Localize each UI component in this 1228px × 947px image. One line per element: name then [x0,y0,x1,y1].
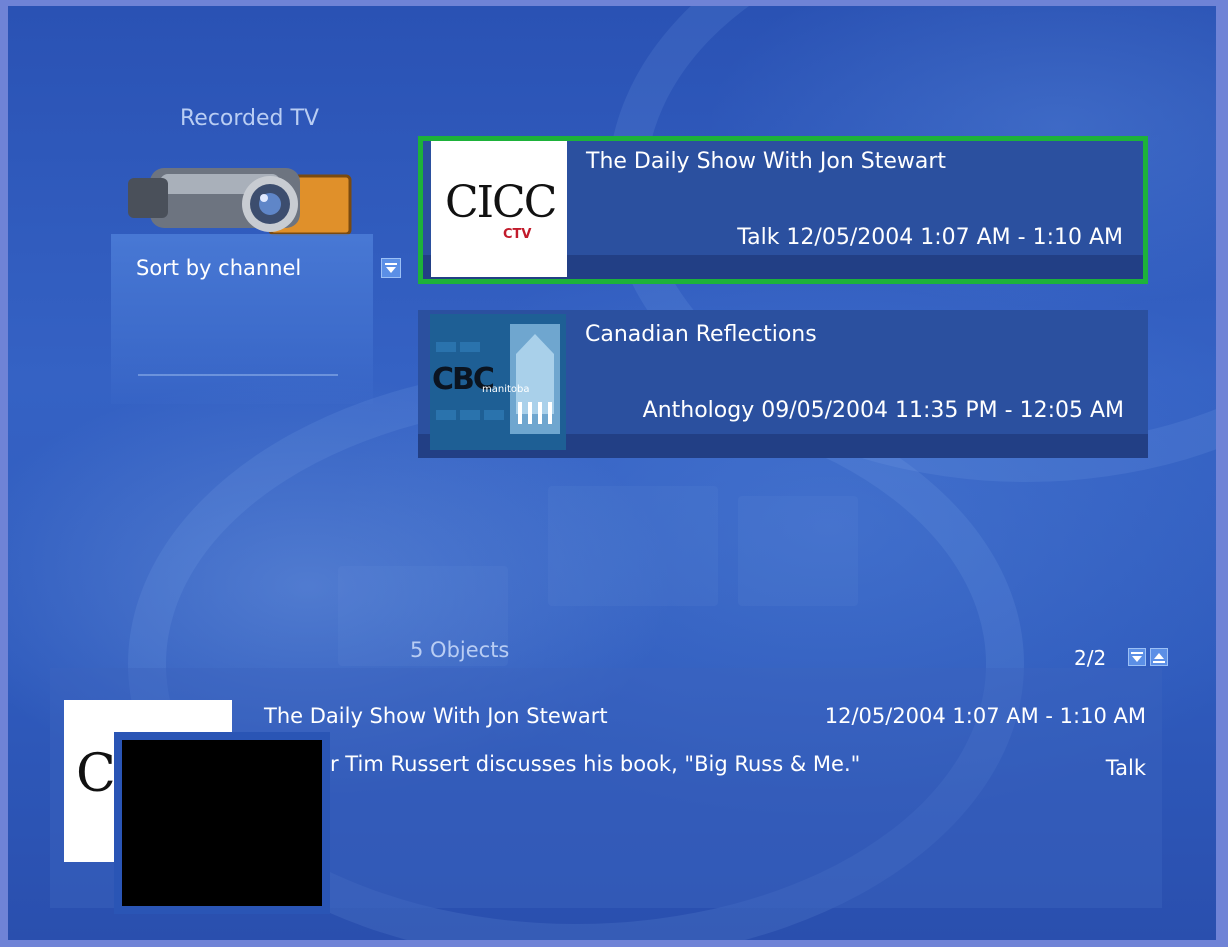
page-indicator: 2/2 [1074,646,1107,670]
background-tile [738,496,858,606]
object-count: 5 Objects [410,638,510,662]
recording-meta: Talk 12/05/2004 1:07 AM - 1:10 AM [737,225,1123,250]
background-tile [548,486,718,606]
sort-dropdown-button[interactable] [381,258,401,278]
recording-title: The Daily Show With Jon Stewart [586,149,947,174]
details-title: The Daily Show With Jon Stewart [264,704,608,728]
logo-text: CICC [445,177,557,228]
recording-item[interactable]: CBC manitoba Canadian Reflections Anthol… [418,310,1148,458]
sort-by-button[interactable]: Sort by channel [136,256,301,280]
chevron-up-icon [1153,653,1165,663]
details-datetime: 12/05/2004 1:07 AM - 1:10 AM [824,704,1146,728]
section-title: Recorded TV [180,106,319,131]
page-up-button[interactable] [1150,648,1168,666]
video-preview[interactable] [114,732,330,914]
details-genre: Talk [1105,756,1146,780]
channel-logo-cbc: CBC manitoba [430,314,566,450]
divider [138,374,338,376]
chevron-down-icon [385,263,397,273]
page-down-button[interactable] [1128,648,1146,666]
details-description: r Tim Russert discusses his book, "Big R… [330,752,861,776]
recording-meta: Anthology 09/05/2004 11:35 PM - 12:05 AM [642,398,1124,423]
recording-title: Canadian Reflections [585,322,817,347]
video-camera-icon [128,168,352,236]
logo-subtext: manitoba [482,384,530,395]
logo-text: C [76,744,116,804]
channel-logo-ctv: CICC CTV [431,141,567,277]
media-center-screen: Recorded TV Sort by channel CICC CTV The… [8,6,1216,940]
logo-subtext: CTV [503,227,532,242]
chevron-down-icon [1131,652,1143,662]
recording-item[interactable]: CICC CTV The Daily Show With Jon Stewart… [418,136,1148,284]
